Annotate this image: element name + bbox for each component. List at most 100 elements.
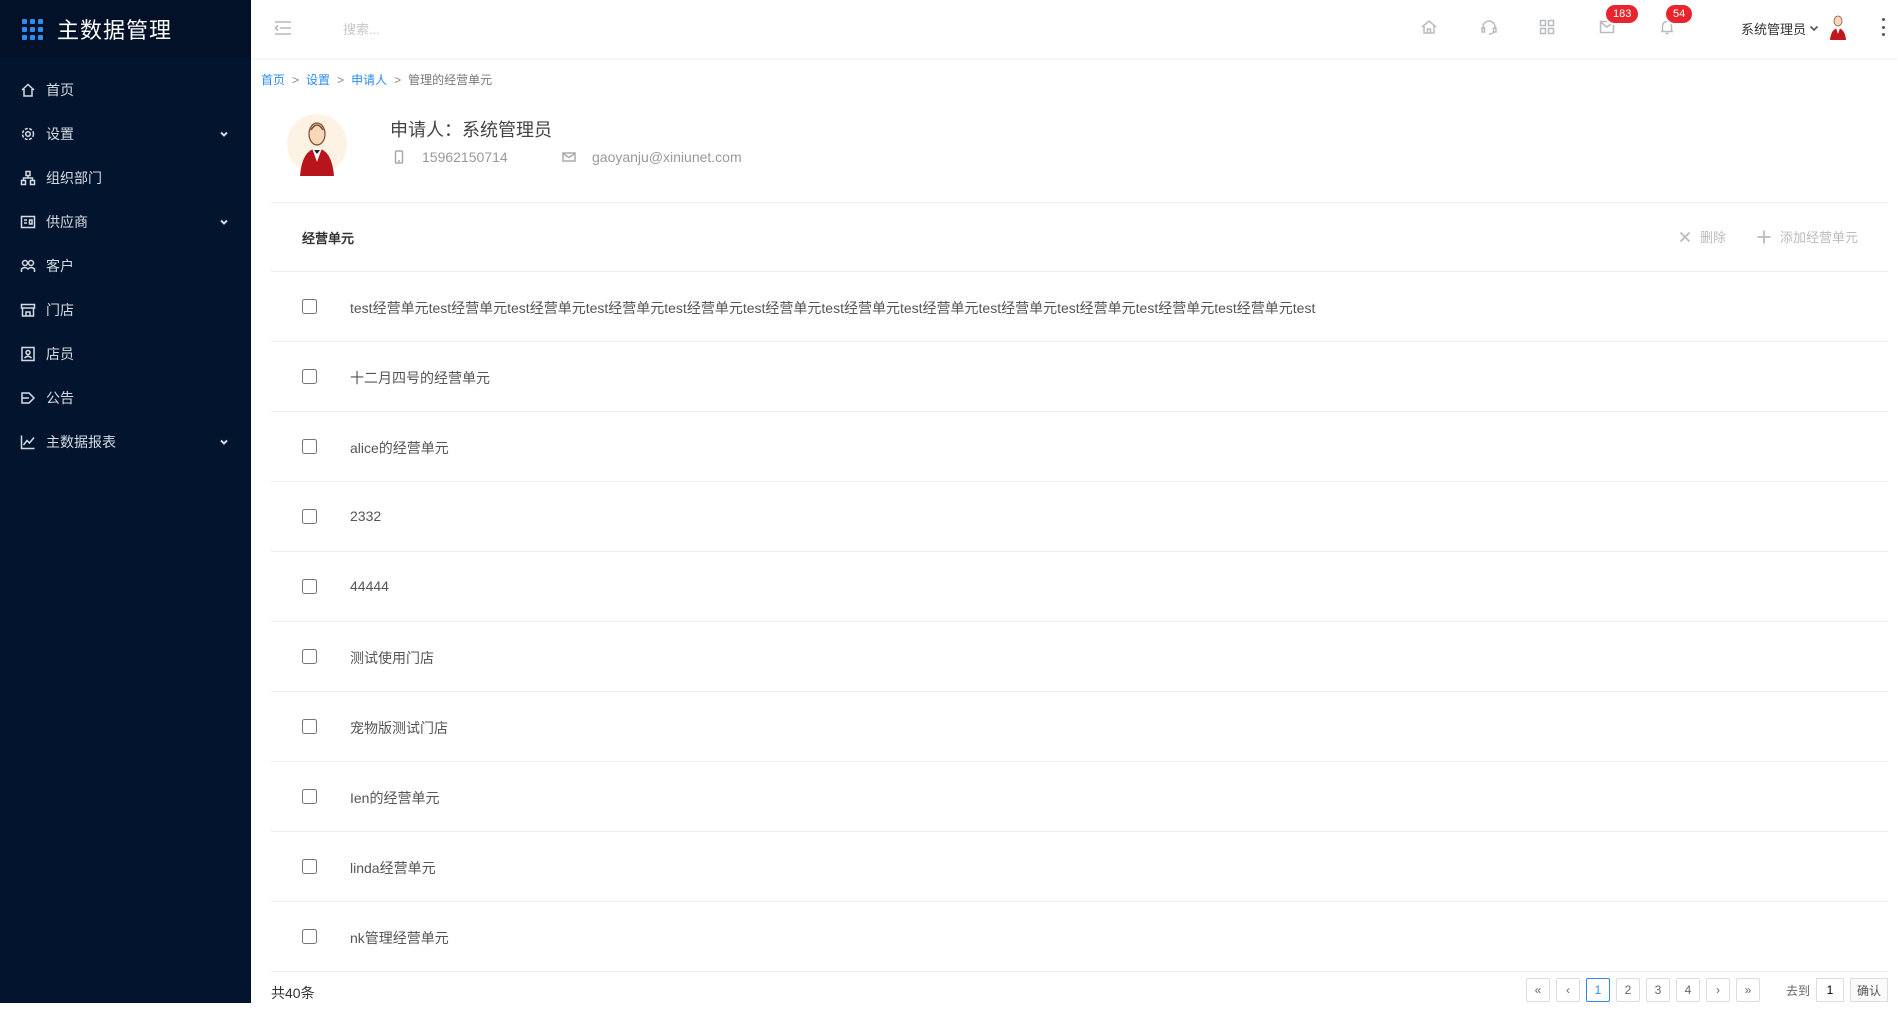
applicant-profile: 申请人：系统管理员 15962150714 gaoyanju@xiniunet.… — [271, 108, 1888, 203]
sidebar-item-label: 公告 — [46, 390, 74, 406]
add-business-unit-button[interactable]: 添加经营单元 — [1756, 227, 1858, 246]
row-checkbox[interactable] — [302, 439, 317, 454]
sidebar: 主数据管理 首页 设置 组织部门 供应商 客户 门店 店员 公告 主数据报表 — [0, 0, 251, 1003]
gear-icon — [20, 126, 36, 142]
sidebar-item-label: 主数据报表 — [46, 434, 116, 450]
row-checkbox[interactable] — [302, 299, 317, 314]
page-button-3[interactable]: 3 — [1645, 978, 1670, 1002]
row-label: Ien的经营单元 — [350, 790, 440, 806]
bell-icon[interactable]: 54 — [1658, 5, 1693, 36]
mail-icon — [562, 152, 576, 162]
delete-label: 删除 — [1699, 230, 1726, 245]
breadcrumb-separator: > — [337, 73, 345, 87]
message-icon[interactable]: 183 — [1598, 5, 1639, 36]
row-checkbox[interactable] — [302, 929, 317, 944]
org-tree-icon — [20, 170, 36, 186]
supplier-icon — [20, 214, 36, 230]
breadcrumb-applicant[interactable]: 申请人 — [351, 73, 387, 87]
chevron-down-icon — [217, 215, 231, 229]
headset-icon[interactable] — [1480, 18, 1498, 36]
sidebar-item-label: 门店 — [46, 302, 74, 318]
home-icon[interactable] — [1420, 18, 1438, 36]
total-count: 共40条 — [271, 985, 315, 1001]
breadcrumb-current: 管理的经营单元 — [408, 73, 493, 87]
section-header: 经营单元 删除 添加经营单元 — [271, 203, 1888, 272]
top-header: 183 54 系统管理员 — [251, 0, 1898, 58]
menu-toggle-icon[interactable] — [273, 18, 293, 38]
row-checkbox[interactable] — [302, 579, 317, 594]
list-item: 2332 — [271, 482, 1888, 552]
pagination: « ‹ 1 2 3 4 › » 去到 确认 — [1525, 978, 1888, 1002]
breadcrumb-separator: > — [394, 73, 402, 87]
list-item: 宠物版测试门店 — [271, 692, 1888, 762]
breadcrumb-settings[interactable]: 设置 — [306, 73, 330, 87]
goto-page-input[interactable] — [1815, 978, 1844, 1002]
user-name[interactable]: 系统管理员 — [1741, 19, 1806, 38]
delete-button[interactable]: 删除 — [1678, 227, 1726, 246]
customer-icon — [20, 258, 36, 274]
row-label: alice的经营单元 — [350, 440, 449, 456]
row-label: 测试使用门店 — [350, 650, 434, 666]
sidebar-item-supplier[interactable]: 供应商 — [0, 200, 251, 244]
sidebar-item-label: 客户 — [46, 258, 74, 274]
row-label: 十二月四号的经营单元 — [350, 370, 490, 386]
page-button-4[interactable]: 4 — [1675, 978, 1700, 1002]
row-label: 44444 — [350, 578, 389, 594]
goto-label: 去到 — [1785, 983, 1810, 998]
sidebar-item-customer[interactable]: 客户 — [0, 244, 251, 288]
next-page-button[interactable]: › — [1705, 978, 1730, 1002]
main-content: 首页 > 设置 > 申请人 > 管理的经营单元 申请人：系统管理员 15962150714 … — [251, 58, 1898, 1003]
page-button-1[interactable]: 1 — [1585, 978, 1610, 1002]
close-icon — [1679, 231, 1691, 242]
list-item: nk管理经营单元 — [271, 902, 1888, 972]
sidebar-item-home[interactable]: 首页 — [0, 68, 251, 112]
sidebar-nav: 首页 设置 组织部门 供应商 客户 门店 店员 公告 主数据报表 — [0, 58, 251, 464]
row-label: 2332 — [350, 508, 382, 524]
row-checkbox[interactable] — [302, 509, 317, 524]
home-icon — [20, 82, 36, 98]
business-unit-list: test经营单元test经营单元test经营单元test经营单元test经营单元… — [271, 272, 1888, 972]
sidebar-item-label: 店员 — [46, 346, 74, 362]
email-info: gaoyanju@xiniunet.com — [562, 149, 742, 165]
list-item: linda经营单元 — [271, 832, 1888, 902]
breadcrumb-home[interactable]: 首页 — [261, 73, 285, 87]
add-label: 添加经营单元 — [1779, 230, 1858, 245]
sidebar-item-store[interactable]: 门店 — [0, 288, 251, 332]
more-vertical-icon[interactable] — [1880, 18, 1886, 36]
clerk-icon — [20, 346, 36, 362]
page-button-2[interactable]: 2 — [1615, 978, 1640, 1002]
avatar[interactable] — [1826, 12, 1850, 40]
first-page-button[interactable]: « — [1525, 978, 1550, 1002]
row-checkbox[interactable] — [302, 719, 317, 734]
notifications-badge: 54 — [1666, 5, 1693, 23]
messages-badge: 183 — [1606, 5, 1639, 23]
prev-page-button[interactable]: ‹ — [1555, 978, 1580, 1002]
brand[interactable]: 主数据管理 — [0, 0, 251, 58]
search-input[interactable] — [341, 17, 565, 41]
row-checkbox[interactable] — [302, 649, 317, 664]
goto-confirm-button[interactable]: 确认 — [1849, 978, 1888, 1002]
list-item: 测试使用门店 — [271, 622, 1888, 692]
sidebar-item-settings[interactable]: 设置 — [0, 112, 251, 156]
pagination-bar: 共40条 « ‹ 1 2 3 4 › » 去到 确认 — [271, 972, 1888, 1012]
sidebar-item-announcement[interactable]: 公告 — [0, 376, 251, 420]
section-title: 经营单元 — [302, 231, 355, 246]
sidebar-item-reports[interactable]: 主数据报表 — [0, 420, 251, 464]
list-item: alice的经营单元 — [271, 412, 1888, 482]
avatar — [287, 112, 347, 176]
row-label: 宠物版测试门店 — [350, 720, 448, 736]
sidebar-item-clerk[interactable]: 店员 — [0, 332, 251, 376]
row-checkbox[interactable] — [302, 369, 317, 384]
last-page-button[interactable]: » — [1735, 978, 1760, 1002]
row-checkbox[interactable] — [302, 859, 317, 874]
row-checkbox[interactable] — [302, 789, 317, 804]
list-item: 十二月四号的经营单元 — [271, 342, 1888, 412]
grid-icon[interactable] — [1538, 18, 1556, 36]
row-label: linda经营单元 — [350, 860, 436, 876]
sidebar-item-label: 设置 — [46, 126, 74, 142]
sidebar-item-org[interactable]: 组织部门 — [0, 156, 251, 200]
row-label: nk管理经营单元 — [350, 930, 449, 946]
store-icon — [20, 302, 36, 318]
sidebar-item-label: 首页 — [46, 82, 74, 98]
chevron-down-icon[interactable] — [1808, 21, 1820, 33]
